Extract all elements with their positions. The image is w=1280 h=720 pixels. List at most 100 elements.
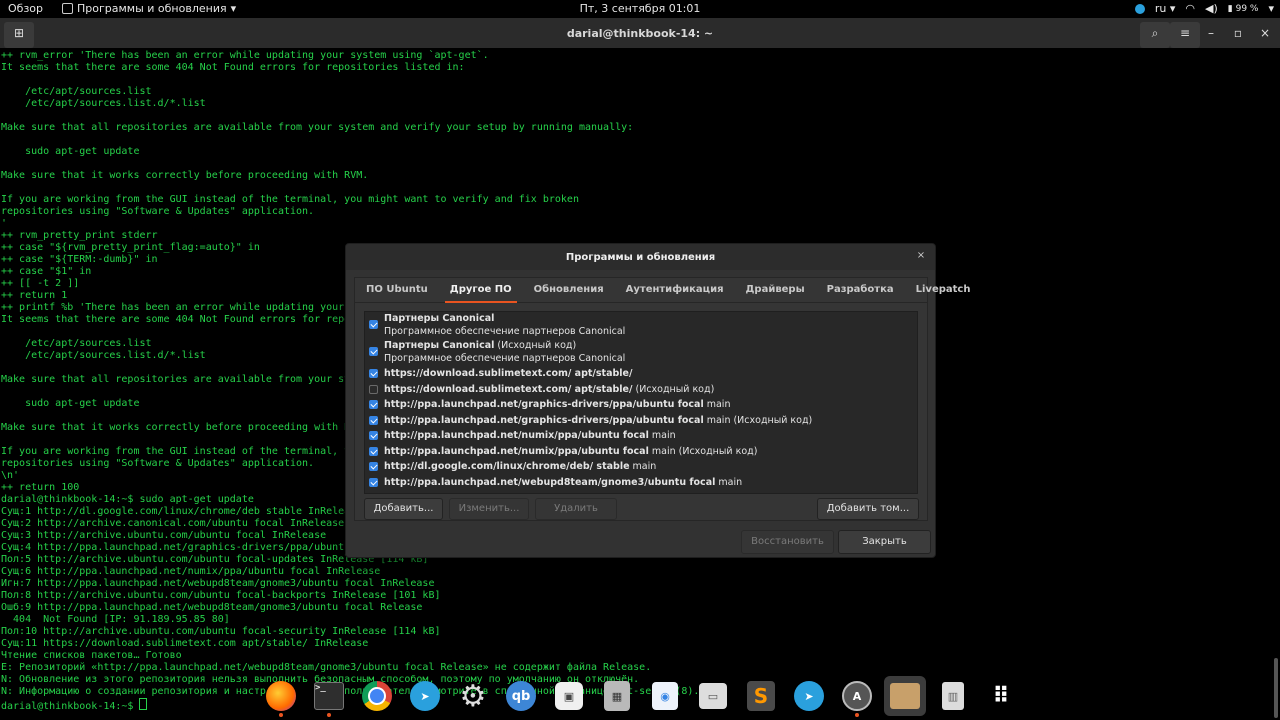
maximize-icon[interactable]: ▫: [1227, 22, 1249, 44]
dialog-close-icon[interactable]: ×: [915, 250, 927, 262]
source-row[interactable]: http://dl.google.com/linux/chrome/deb/ s…: [365, 459, 917, 475]
source-name: http://ppa.launchpad.net/numix/ppa/ubunt…: [384, 445, 649, 457]
settings-launcher[interactable]: ⚙: [455, 678, 491, 714]
sublime-text-launcher[interactable]: S: [743, 678, 779, 714]
revert-button[interactable]: Восстановить: [741, 530, 834, 554]
terminal-icon: >_: [314, 682, 344, 710]
tab-6[interactable]: Livepatch: [905, 278, 982, 302]
source-row[interactable]: http://ppa.launchpad.net/numix/ppa/ubunt…: [365, 428, 917, 444]
terminal-launcher[interactable]: >_: [311, 678, 347, 717]
show-apps-button[interactable]: ⠿: [983, 678, 1019, 714]
source-name: http://ppa.launchpad.net/graphics-driver…: [384, 399, 704, 410]
battery-icon: ▮: [1227, 3, 1233, 14]
checkbox-checked[interactable]: [369, 462, 378, 471]
edit-button[interactable]: Изменить...: [449, 498, 529, 520]
terminal-line: It seems that there are some 404 Not Fou…: [1, 314, 351, 325]
terminal-line: ++ return 100: [1, 482, 80, 493]
source-name: https://download.sublimetext.com/ apt/st…: [384, 368, 633, 379]
source-row[interactable]: http://ppa.launchpad.net/numix/ppa/ubunt…: [365, 444, 917, 460]
terminal-line: If you are working from the GUI instead …: [1, 446, 351, 457]
checkbox-checked[interactable]: [369, 446, 378, 456]
source-row[interactable]: http://ppa.launchpad.net/graphics-driver…: [365, 397, 917, 413]
telegram-icon: ➤: [410, 681, 440, 711]
qbittorrent-launcher[interactable]: qb: [503, 678, 539, 714]
tab-4[interactable]: Драйверы: [735, 278, 816, 302]
tab-2[interactable]: Обновления: [523, 278, 615, 302]
telegram-launcher-2[interactable]: ➤: [791, 678, 827, 714]
keyboard-layout[interactable]: ru ▾: [1155, 2, 1176, 15]
terminal-line: Сущ:6 http://ppa.launchpad.net/numix/ppa…: [1, 566, 381, 577]
source-suffix: (Исходный код): [632, 383, 715, 395]
archive-manager-launcher[interactable]: [884, 676, 926, 716]
files-launcher[interactable]: ▭: [695, 678, 731, 714]
terminal-line: Сущ:4 http://ppa.launchpad.net/graphics-…: [1, 542, 351, 553]
software-store-icon: ◉: [652, 682, 678, 710]
calculator-launcher[interactable]: ▦: [599, 678, 635, 714]
hamburger-menu-icon[interactable]: ≡: [1170, 22, 1200, 48]
source-row[interactable]: https://download.sublimetext.com/ apt/st…: [365, 366, 917, 382]
software-updater-launcher[interactable]: A: [839, 678, 875, 717]
trash-launcher[interactable]: ▥: [935, 678, 971, 714]
clock[interactable]: Пт, 3 сентября 01:01: [0, 2, 1280, 15]
add-button[interactable]: Добавить...: [364, 498, 443, 520]
source-row[interactable]: http://ppa.launchpad.net/graphics-driver…: [365, 413, 917, 429]
terminal-line: ++ rvm_error 'There has been an error wh…: [1, 50, 489, 61]
terminal-line: Make sure that it works correctly before…: [1, 170, 369, 181]
system-tray[interactable]: ru ▾ ◠ ◀) ▮ 99 % ▾: [1134, 2, 1274, 15]
source-label: http://ppa.launchpad.net/graphics-driver…: [384, 413, 917, 428]
terminal-scrollbar[interactable]: [1274, 658, 1278, 718]
source-row[interactable]: http://ppa.launchpad.net/webupd8team/gno…: [365, 475, 917, 491]
minimize-icon[interactable]: –: [1200, 22, 1222, 44]
dialog-titlebar[interactable]: Программы и обновления ×: [346, 244, 935, 270]
firefox-icon: [266, 681, 296, 711]
tab-bar: ПО Ubuntu Другое ПО Обновления Аутентификац…: [355, 278, 970, 303]
chrome-launcher[interactable]: [359, 678, 395, 714]
search-icon[interactable]: ⌕: [1140, 22, 1170, 48]
source-row[interactable]: Партнеры Canonical Программное обеспечени…: [365, 312, 917, 339]
volume-icon: ◀): [1205, 2, 1218, 15]
close-button[interactable]: Закрыть: [838, 530, 931, 554]
add-volume-button[interactable]: Добавить том...: [817, 498, 919, 520]
source-name: Партнеры Canonical: [384, 313, 495, 324]
checkbox-checked[interactable]: [369, 320, 378, 329]
checkbox-checked[interactable]: [369, 415, 378, 425]
terminal-line: ++ return 1: [1, 290, 68, 301]
tab-5[interactable]: Разработка: [816, 278, 905, 302]
source-row[interactable]: https://download.sublimetext.com/ apt/st…: [365, 382, 917, 398]
terminal-line: ': [1, 218, 8, 229]
telegram-launcher[interactable]: ➤: [407, 678, 443, 714]
tab-notebook: ПО Ubuntu Другое ПО Обновления Аутентификац…: [354, 277, 970, 521]
dock: >_ ➤ ⚙ qb ▣ ▦ ◉ ▭ S ➤ A ▥ ⠿: [255, 672, 1025, 720]
terminal-line: /etc/apt/sources.list: [1, 338, 152, 349]
terminal-line: darial@thinkbook-14:~$ sudo apt-get upda…: [1, 494, 254, 505]
terminal-line: \n': [1, 470, 20, 481]
source-name: http://dl.google.com/linux/chrome/deb/ s…: [384, 461, 630, 472]
checkbox-checked[interactable]: [369, 477, 378, 487]
source-row[interactable]: Партнеры Canonical (Исходный код) Програм…: [365, 339, 917, 366]
terminal-line: Make sure that it works correctly before…: [1, 422, 351, 433]
firefox-launcher[interactable]: [263, 678, 299, 717]
terminal-line: Сущ:2 http://archive.canonical.com/ubunt…: [1, 518, 345, 529]
software-store-launcher[interactable]: ◉: [647, 678, 683, 714]
telegram-tray-icon[interactable]: [1134, 3, 1145, 14]
checkbox-checked[interactable]: [369, 431, 378, 440]
sources-list[interactable]: Партнеры Canonical Программное обеспечени…: [364, 311, 918, 494]
checkbox-unchecked[interactable]: [369, 384, 378, 394]
checkbox-checked[interactable]: [369, 400, 378, 409]
close-icon[interactable]: ×: [1254, 22, 1276, 44]
power-menu-chevron-icon[interactable]: ▾: [1268, 2, 1274, 15]
tab-1[interactable]: Другое ПО: [439, 278, 523, 303]
terminal-line: sudo apt-get update: [1, 146, 140, 157]
tab-3[interactable]: Аутентификация: [615, 278, 735, 302]
remove-button[interactable]: Удалить: [535, 498, 617, 520]
terminal-title: darial@thinkbook-14: ~: [566, 27, 714, 40]
checkbox-checked[interactable]: [369, 347, 378, 356]
source-label: http://ppa.launchpad.net/numix/ppa/ubunt…: [384, 428, 917, 443]
checkbox-checked[interactable]: [369, 369, 378, 378]
terminal-line: Чтение списков пакетов… Готово: [1, 650, 182, 661]
source-suffix: main: [648, 430, 676, 441]
sublime-text-icon: S: [747, 681, 775, 711]
archive-manager-icon: [890, 683, 920, 709]
tab-0[interactable]: ПО Ubuntu: [355, 278, 439, 302]
software-launcher[interactable]: ▣: [551, 678, 587, 714]
